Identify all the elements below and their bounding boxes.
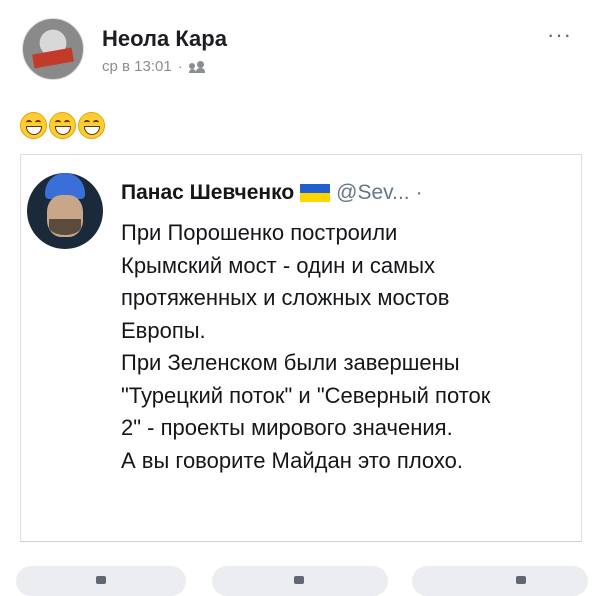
author-name[interactable]: Неола Кара bbox=[102, 26, 227, 52]
emoji-row bbox=[20, 112, 105, 139]
author-avatar[interactable] bbox=[22, 18, 84, 80]
tweet-separator: · bbox=[415, 181, 423, 204]
grinning-face-emoji-icon bbox=[20, 112, 47, 139]
tweet-author-avatar bbox=[27, 173, 103, 249]
tweet-line: Европы. bbox=[121, 317, 206, 343]
post-timestamp[interactable]: ср в 13:01 bbox=[102, 58, 172, 75]
grinning-face-emoji-icon bbox=[49, 112, 76, 139]
tweet-text: При Порошенко построили Крымский мост - … bbox=[121, 217, 571, 477]
tweet-line: А вы говорите Майдан это плохо. bbox=[121, 447, 463, 473]
ukraine-flag-icon bbox=[300, 184, 331, 202]
reaction-bar bbox=[0, 566, 600, 596]
tweet-line: При Зеленском были завершены bbox=[121, 350, 460, 375]
comment-button[interactable] bbox=[212, 566, 388, 596]
post-meta: ср в 13:01 · bbox=[102, 58, 205, 75]
meta-separator: · bbox=[177, 58, 183, 75]
post-header: Неола Кара ср в 13:01 · ··· bbox=[22, 18, 582, 88]
tweet-line: При Порошенко построили bbox=[121, 220, 398, 245]
tweet-author-name: Панас Шевченко bbox=[121, 181, 295, 204]
tweet-line: "Турецкий поток" и "Северный поток bbox=[121, 382, 491, 408]
embedded-tweet-image[interactable]: Панас Шевченко @Sev... · При Порошенко п… bbox=[20, 154, 582, 542]
tweet-line: Крымский мост - один и самых bbox=[121, 252, 436, 278]
grinning-face-emoji-icon bbox=[78, 112, 105, 139]
tweet-line: протяженных и сложных мостов bbox=[121, 285, 450, 310]
friends-icon[interactable] bbox=[188, 60, 205, 73]
share-button[interactable] bbox=[412, 566, 588, 596]
tweet-line: 2" - проекты мирового значения. bbox=[121, 415, 453, 440]
tweet-handle: @Sev... bbox=[336, 181, 410, 204]
like-button[interactable] bbox=[16, 566, 186, 596]
tweet-header: Панас Шевченко @Sev... · bbox=[121, 181, 423, 205]
more-options-button[interactable]: ··· bbox=[547, 22, 572, 48]
